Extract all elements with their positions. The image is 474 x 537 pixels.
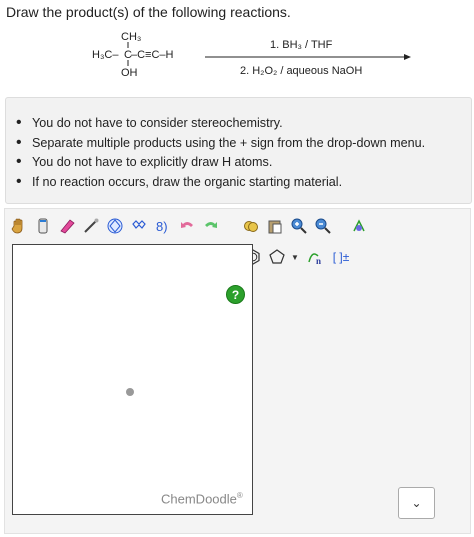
svg-text:n: n <box>316 256 321 266</box>
molecule-bottom-group: OH <box>121 67 138 79</box>
redo-icon[interactable] <box>200 215 222 237</box>
molecule-left-group: H₃C– <box>92 49 119 61</box>
hand-tool-icon[interactable] <box>8 215 30 237</box>
zoom-out-icon[interactable] <box>312 215 334 237</box>
drawing-canvas[interactable]: ? ChemDoodle® <box>12 244 253 515</box>
curved-arrow-icon[interactable]: n <box>304 246 326 268</box>
copy-icon[interactable] <box>240 215 262 237</box>
pentagon-ring-icon[interactable] <box>266 246 288 268</box>
answer-select[interactable]: ⌄ <box>398 487 435 519</box>
instruction-item: You do not have to consider stereochemis… <box>16 113 471 134</box>
paste-icon[interactable] <box>264 215 286 237</box>
bracket-tool[interactable]: [ ]± <box>328 246 354 268</box>
help-button[interactable]: ? <box>226 285 245 304</box>
chemdoodle-brand: ChemDoodle® <box>161 491 243 507</box>
template-icon[interactable] <box>128 215 150 237</box>
instruction-item: If no reaction occurs, draw the organic … <box>16 172 471 193</box>
instructions-panel: You do not have to consider stereochemis… <box>5 97 472 204</box>
canvas-dot <box>126 388 134 396</box>
eraser-icon[interactable] <box>56 215 78 237</box>
svg-text:2. H₂O₂ / aqueous NaOH: 2. H₂O₂ / aqueous NaOH <box>240 65 362 77</box>
toolbar-row-1: 8) <box>8 214 372 238</box>
instruction-item: You do not have to explicitly draw H ato… <box>16 152 471 173</box>
chevron-down-icon: ⌄ <box>411 496 422 510</box>
reaction-scheme: CH₃ H₃C– C –C≡C–H OH 1. BH₃ / THF 2. H₂O… <box>0 28 474 88</box>
clean-tool-icon[interactable] <box>80 215 102 237</box>
question-prompt: Draw the product(s) of the following rea… <box>6 4 291 20</box>
ring-dropdown-icon[interactable]: ▼ <box>290 246 300 268</box>
reagent-step2: 2. H₂O₂ / aqueous NaOH <box>240 65 362 77</box>
chain-tool-icon[interactable]: 8) <box>152 215 174 237</box>
svg-text:8): 8) <box>156 219 168 234</box>
molecule-top-group: CH₃ <box>121 31 141 43</box>
zoom-in-icon[interactable] <box>288 215 310 237</box>
undo-icon[interactable] <box>176 215 198 237</box>
svg-text:1. BH₃ / THF: 1. BH₃ / THF <box>270 39 333 51</box>
instruction-item: Separate multiple products using the + s… <box>16 133 471 154</box>
ring-template-icon[interactable] <box>104 215 126 237</box>
molecule-alkyne: –C≡C–H <box>131 49 174 61</box>
lasso-tool-icon[interactable] <box>32 215 54 237</box>
reagent-step1: 1. BH₃ / THF <box>270 39 333 51</box>
clean-structure-icon[interactable] <box>348 215 370 237</box>
